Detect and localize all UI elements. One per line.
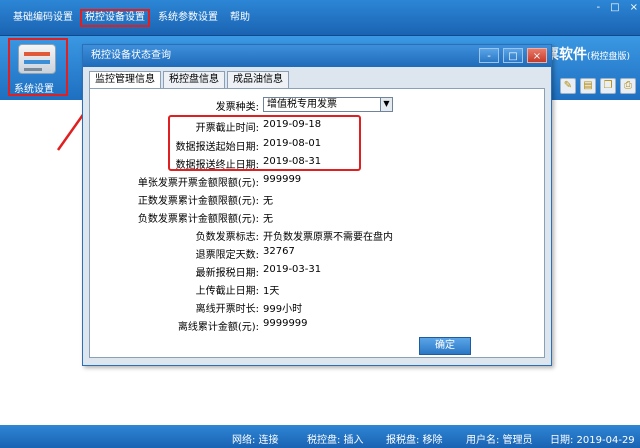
- row-label: 单张发票开票金额限额(元):: [137, 178, 259, 189]
- tab-refined-oil-info[interactable]: 成品油信息: [227, 71, 289, 88]
- settings-panel-icon[interactable]: [18, 44, 56, 74]
- row-value: 无: [263, 214, 273, 225]
- status-network: 网络: 连接: [232, 435, 279, 446]
- maximize-icon[interactable]: □: [610, 2, 619, 13]
- status-date: 日期: 2019-04-29: [550, 435, 635, 446]
- chevron-down-icon[interactable]: ▼: [380, 98, 392, 111]
- row-label: 负数发票标志:: [195, 232, 259, 243]
- row-label: 上传截止日期:: [195, 286, 259, 297]
- menu-system-params[interactable]: 系统参数设置: [155, 9, 221, 27]
- invoice-type-label: 发票种类:: [215, 102, 259, 113]
- dialog-minimize-icon[interactable]: -: [479, 48, 499, 63]
- status-report-disk: 报税盘: 移除: [386, 435, 443, 446]
- row-value: 9999999: [263, 318, 308, 329]
- tab-tax-disk-info[interactable]: 税控盘信息: [163, 71, 225, 88]
- row-label: 退票限定天数:: [195, 250, 259, 261]
- row-label: 离线开票时长:: [195, 304, 259, 315]
- row-label: 开票截止时间:: [195, 123, 259, 134]
- menu-help[interactable]: 帮助: [227, 9, 253, 27]
- tab-monitoring-info[interactable]: 监控管理信息: [89, 71, 161, 88]
- row-value: 2019-03-31: [263, 264, 322, 275]
- system-settings-label[interactable]: 系统设置: [14, 80, 54, 95]
- row-label: 数据报送终止日期:: [175, 160, 259, 171]
- key-icon[interactable]: ✎: [560, 78, 576, 94]
- row-label: 最新报税日期:: [195, 268, 259, 279]
- dialog-tabs: 监控管理信息 税控盘信息 成品油信息: [89, 71, 291, 88]
- brand-title: 票软件(税控盘版): [545, 44, 630, 64]
- invoice-type-value: 增值税专用发票: [267, 99, 337, 110]
- row-value: 开负数发票原票不需要在盘内: [263, 232, 393, 243]
- row-value: 2019-08-01: [263, 138, 322, 149]
- invoice-type-select[interactable]: 增值税专用发票 ▼: [263, 97, 393, 112]
- row-label: 数据报送起始日期:: [175, 142, 259, 153]
- row-value: 999小时: [263, 304, 303, 315]
- row-label: 离线累计金额(元):: [177, 322, 259, 333]
- document-icon[interactable]: ▤: [580, 78, 596, 94]
- row-value: 2019-08-31: [263, 156, 322, 167]
- row-label: 负数发票累计金额限额(元):: [137, 214, 259, 225]
- menu-tax-device-settings[interactable]: 税控设备设置: [80, 9, 150, 27]
- minimize-icon[interactable]: -: [597, 2, 601, 13]
- row-value: 999999: [263, 174, 302, 185]
- window-controls: - □ ×: [597, 2, 638, 13]
- row-value: 1天: [263, 286, 280, 297]
- row-value: 2019-09-18: [263, 119, 322, 130]
- toolbar-icons: ✎ ▤ ❐ ⎙: [560, 78, 636, 94]
- menu-basic-codes[interactable]: 基础编码设置: [10, 9, 76, 27]
- row-value: 32767: [263, 246, 295, 257]
- row-label: 正数发票累计金额限额(元):: [137, 196, 259, 207]
- ok-button[interactable]: 确定: [419, 337, 471, 355]
- dialog-close-icon[interactable]: ×: [527, 48, 547, 63]
- print-icon[interactable]: ⎙: [620, 78, 636, 94]
- close-icon[interactable]: ×: [630, 2, 638, 13]
- dialog-controls: - □ ×: [479, 48, 547, 63]
- status-tax-disk: 税控盘: 插入: [307, 435, 364, 446]
- status-user: 用户名: 管理员: [466, 435, 533, 446]
- brand-subtitle: (税控盘版): [587, 52, 631, 62]
- device-status-dialog: 税控设备状态查询 - □ × 监控管理信息 税控盘信息 成品油信息 发票种类: …: [82, 44, 552, 366]
- row-value: 无: [263, 196, 273, 207]
- dialog-maximize-icon[interactable]: □: [503, 48, 523, 63]
- copy-icon[interactable]: ❐: [600, 78, 616, 94]
